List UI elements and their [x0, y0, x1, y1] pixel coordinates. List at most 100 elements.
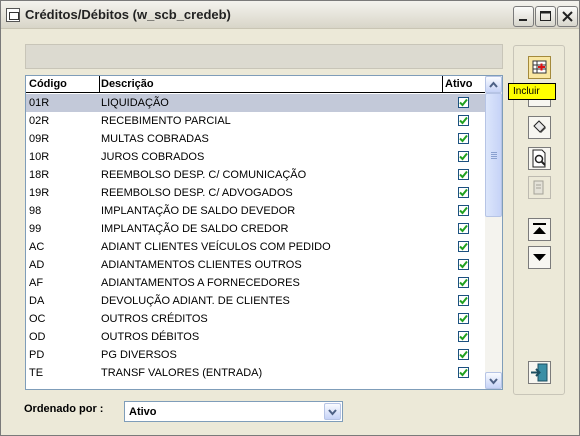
cell-code: 01R: [29, 97, 50, 109]
check-icon: [459, 98, 468, 107]
table-row[interactable]: 09R MULTAS COBRADAS: [26, 130, 485, 148]
cell-code: AF: [29, 277, 44, 289]
table-row[interactable]: 01R LIQUIDAÇÃO: [26, 94, 485, 112]
active-checkbox[interactable]: [458, 313, 469, 324]
minimize-button[interactable]: [513, 6, 534, 27]
table-row[interactable]: 99 IMPLANTAÇÃO DE SALDO CREDOR: [26, 220, 485, 238]
add-record-icon: [532, 60, 547, 74]
move-down-icon: [533, 254, 546, 261]
print-icon: [533, 180, 544, 195]
move-down-button[interactable]: [528, 246, 551, 269]
scroll-down-button[interactable]: [485, 372, 502, 389]
active-checkbox[interactable]: [458, 187, 469, 198]
cell-description: LIQUIDAÇÃO: [101, 97, 169, 109]
main-window: Créditos/Débitos (w_scb_credeb) Código D…: [0, 0, 580, 436]
cell-code: PD: [29, 349, 45, 361]
active-checkbox[interactable]: [458, 169, 469, 180]
cell-description: ADIANTAMENTOS CLIENTES OUTROS: [101, 259, 302, 271]
cell-description: IMPLANTAÇÃO DE SALDO DEVEDOR: [101, 205, 296, 217]
cell-description: REEMBOLSO DESP. C/ ADVOGADOS: [101, 187, 293, 199]
maximize-icon: [540, 11, 551, 21]
check-icon: [459, 116, 468, 125]
delete-button[interactable]: [528, 116, 551, 139]
active-checkbox[interactable]: [458, 151, 469, 162]
active-checkbox[interactable]: [458, 331, 469, 342]
check-icon: [459, 368, 468, 377]
cell-description: PG DIVERSOS: [101, 349, 177, 361]
check-icon: [459, 170, 468, 179]
scroll-up-button[interactable]: [485, 76, 502, 93]
order-by-select[interactable]: Ativo: [124, 401, 343, 422]
close-icon: [562, 11, 573, 22]
print-button[interactable]: [528, 176, 551, 199]
table-row[interactable]: AC ADIANT CLIENTES VEÍCULOS COM PEDIDO: [26, 238, 485, 256]
table-row[interactable]: 18R REEMBOLSO DESP. C/ COMUNICAÇÃO: [26, 166, 485, 184]
cell-description: TRANSF VALORES (ENTRADA): [101, 367, 263, 379]
check-icon: [459, 188, 468, 197]
active-checkbox[interactable]: [458, 295, 469, 306]
active-checkbox[interactable]: [458, 205, 469, 216]
column-divider[interactable]: [442, 76, 443, 93]
active-checkbox[interactable]: [458, 259, 469, 270]
cell-description: ADIANT CLIENTES VEÍCULOS COM PEDIDO: [101, 241, 331, 253]
title-bar[interactable]: Créditos/Débitos (w_scb_credeb): [1, 1, 579, 29]
order-by-label: Ordenado por :: [24, 403, 104, 415]
table-row[interactable]: 19R REEMBOLSO DESP. C/ ADVOGADOS: [26, 184, 485, 202]
vertical-scrollbar[interactable]: [485, 76, 502, 389]
check-icon: [459, 206, 468, 215]
table-row[interactable]: AF ADIANTAMENTOS A FORNECEDORES: [26, 274, 485, 292]
active-checkbox[interactable]: [458, 349, 469, 360]
exit-button[interactable]: [528, 361, 551, 384]
tooltip: Incluir: [508, 83, 556, 100]
table-row[interactable]: PD PG DIVERSOS: [26, 346, 485, 364]
table-row[interactable]: AD ADIANTAMENTOS CLIENTES OUTROS: [26, 256, 485, 274]
table-row[interactable]: 98 IMPLANTAÇÃO DE SALDO DEVEDOR: [26, 202, 485, 220]
scroll-up-icon: [489, 81, 498, 88]
order-by-value: Ativo: [129, 406, 157, 418]
table-row[interactable]: OC OUTROS CRÉDITOS: [26, 310, 485, 328]
column-header-active[interactable]: Ativo: [445, 78, 473, 90]
cell-code: TE: [29, 367, 44, 379]
column-divider[interactable]: [99, 76, 100, 93]
window-icon[interactable]: [6, 8, 20, 22]
cell-description: OUTROS DÉBITOS: [101, 331, 200, 343]
dropdown-button[interactable]: [324, 403, 341, 420]
add-record-button[interactable]: [528, 56, 551, 79]
active-checkbox[interactable]: [458, 241, 469, 252]
cell-code: DA: [29, 295, 45, 307]
check-icon: [459, 260, 468, 269]
table-row[interactable]: OD OUTROS DÉBITOS: [26, 328, 485, 346]
table-row[interactable]: 02R RECEBIMENTO PARCIAL: [26, 112, 485, 130]
table-row[interactable]: TE TRANSF VALORES (ENTRADA): [26, 364, 485, 382]
column-header-description[interactable]: Descrição: [101, 78, 154, 90]
active-checkbox[interactable]: [458, 367, 469, 378]
cell-description: OUTROS CRÉDITOS: [101, 313, 208, 325]
cell-code: 19R: [29, 187, 50, 199]
cell-code: AD: [29, 259, 45, 271]
preview-button[interactable]: [528, 147, 551, 170]
move-first-button[interactable]: [528, 218, 551, 241]
check-icon: [459, 314, 468, 323]
table-row[interactable]: DA DEVOLUÇÃO ADIANT. DE CLIENTES: [26, 292, 485, 310]
delete-icon: [533, 120, 546, 133]
active-checkbox[interactable]: [458, 97, 469, 108]
chevron-down-icon: [328, 409, 337, 416]
active-checkbox[interactable]: [458, 277, 469, 288]
maximize-button[interactable]: [535, 6, 556, 27]
cell-code: 02R: [29, 115, 50, 127]
close-button[interactable]: [557, 6, 578, 27]
check-icon: [459, 350, 468, 359]
minimize-icon: [519, 19, 527, 21]
header-panel: [25, 44, 503, 69]
active-checkbox[interactable]: [458, 133, 469, 144]
column-header-code[interactable]: Código: [29, 78, 67, 90]
check-icon: [459, 278, 468, 287]
active-checkbox[interactable]: [458, 115, 469, 126]
scroll-thumb[interactable]: [485, 93, 502, 217]
check-icon: [459, 224, 468, 233]
active-checkbox[interactable]: [458, 223, 469, 234]
table-row[interactable]: 10R JUROS COBRADOS: [26, 148, 485, 166]
records-grid[interactable]: Código Descrição Ativo 01R LIQUIDAÇÃO 02R R…: [25, 75, 503, 390]
cell-code: 98: [29, 205, 42, 217]
cell-description: MULTAS COBRADAS: [101, 133, 209, 145]
